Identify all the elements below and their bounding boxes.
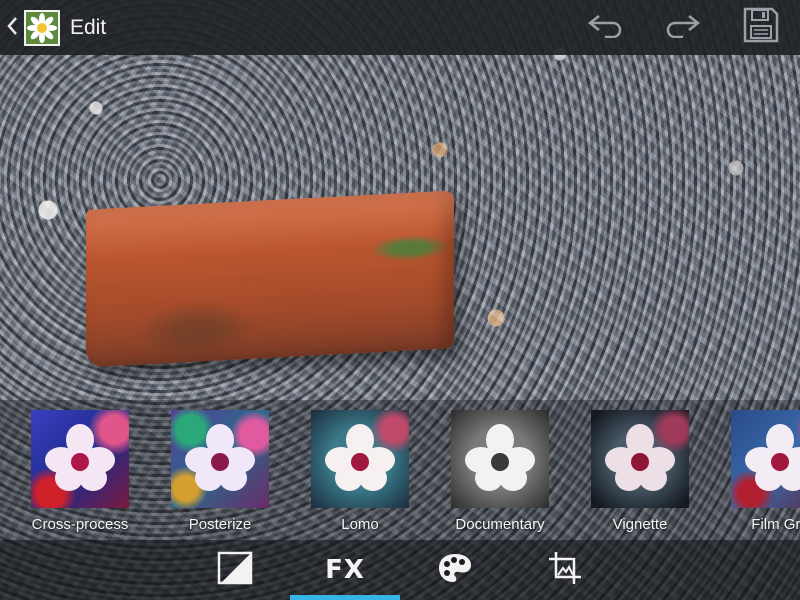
filter-thumbnail	[731, 410, 800, 508]
filter-thumbnail	[591, 410, 689, 508]
filter-label: Vignette	[612, 516, 668, 533]
palette-icon	[437, 552, 473, 589]
filter-cross-process[interactable]: Cross-process	[0, 410, 140, 538]
filter-documentary[interactable]: Documentary	[420, 410, 560, 538]
filter-thumbnail	[311, 410, 409, 508]
fx-filter-strip[interactable]: Cross-process Posterize Lomo Documentary	[0, 400, 800, 540]
filter-vignette[interactable]: Vignette	[560, 410, 700, 538]
undo-arrow-icon	[585, 12, 625, 43]
filter-label: Lomo	[341, 516, 379, 533]
filter-thumbnail	[171, 410, 269, 508]
nav-crop-button[interactable]	[510, 540, 620, 600]
filter-label: Posterize	[188, 516, 252, 533]
filter-lomo[interactable]: Lomo	[280, 410, 420, 538]
action-bar: Edit	[0, 0, 800, 55]
nav-color-button[interactable]	[400, 540, 510, 600]
filter-label: Cross-process	[31, 516, 129, 533]
chevron-left-icon	[6, 16, 20, 40]
up-button[interactable]	[0, 0, 60, 55]
brick-object	[85, 190, 455, 368]
redo-button[interactable]	[644, 0, 722, 55]
page-title: Edit	[70, 15, 107, 39]
undo-button[interactable]	[566, 0, 644, 55]
filter-thumbnail	[31, 410, 129, 508]
nav-fx-label: FX	[325, 555, 365, 585]
save-button[interactable]	[722, 0, 800, 55]
nav-brightness-button[interactable]	[180, 540, 290, 600]
nav-fx-button[interactable]: FX	[290, 540, 400, 600]
floppy-disk-icon	[742, 6, 780, 49]
filter-thumbnail	[451, 410, 549, 508]
filter-label: Film Gra	[751, 516, 800, 533]
filter-film-grain[interactable]: Film Gra	[700, 410, 800, 538]
redo-arrow-icon	[663, 12, 703, 43]
bottom-nav: FX	[0, 540, 800, 600]
daisy-thumbnail-icon	[24, 9, 60, 46]
filter-label: Documentary	[455, 516, 545, 533]
filter-posterize[interactable]: Posterize	[140, 410, 280, 538]
exposure-half-square-icon	[217, 551, 253, 590]
crop-icon	[547, 550, 583, 591]
